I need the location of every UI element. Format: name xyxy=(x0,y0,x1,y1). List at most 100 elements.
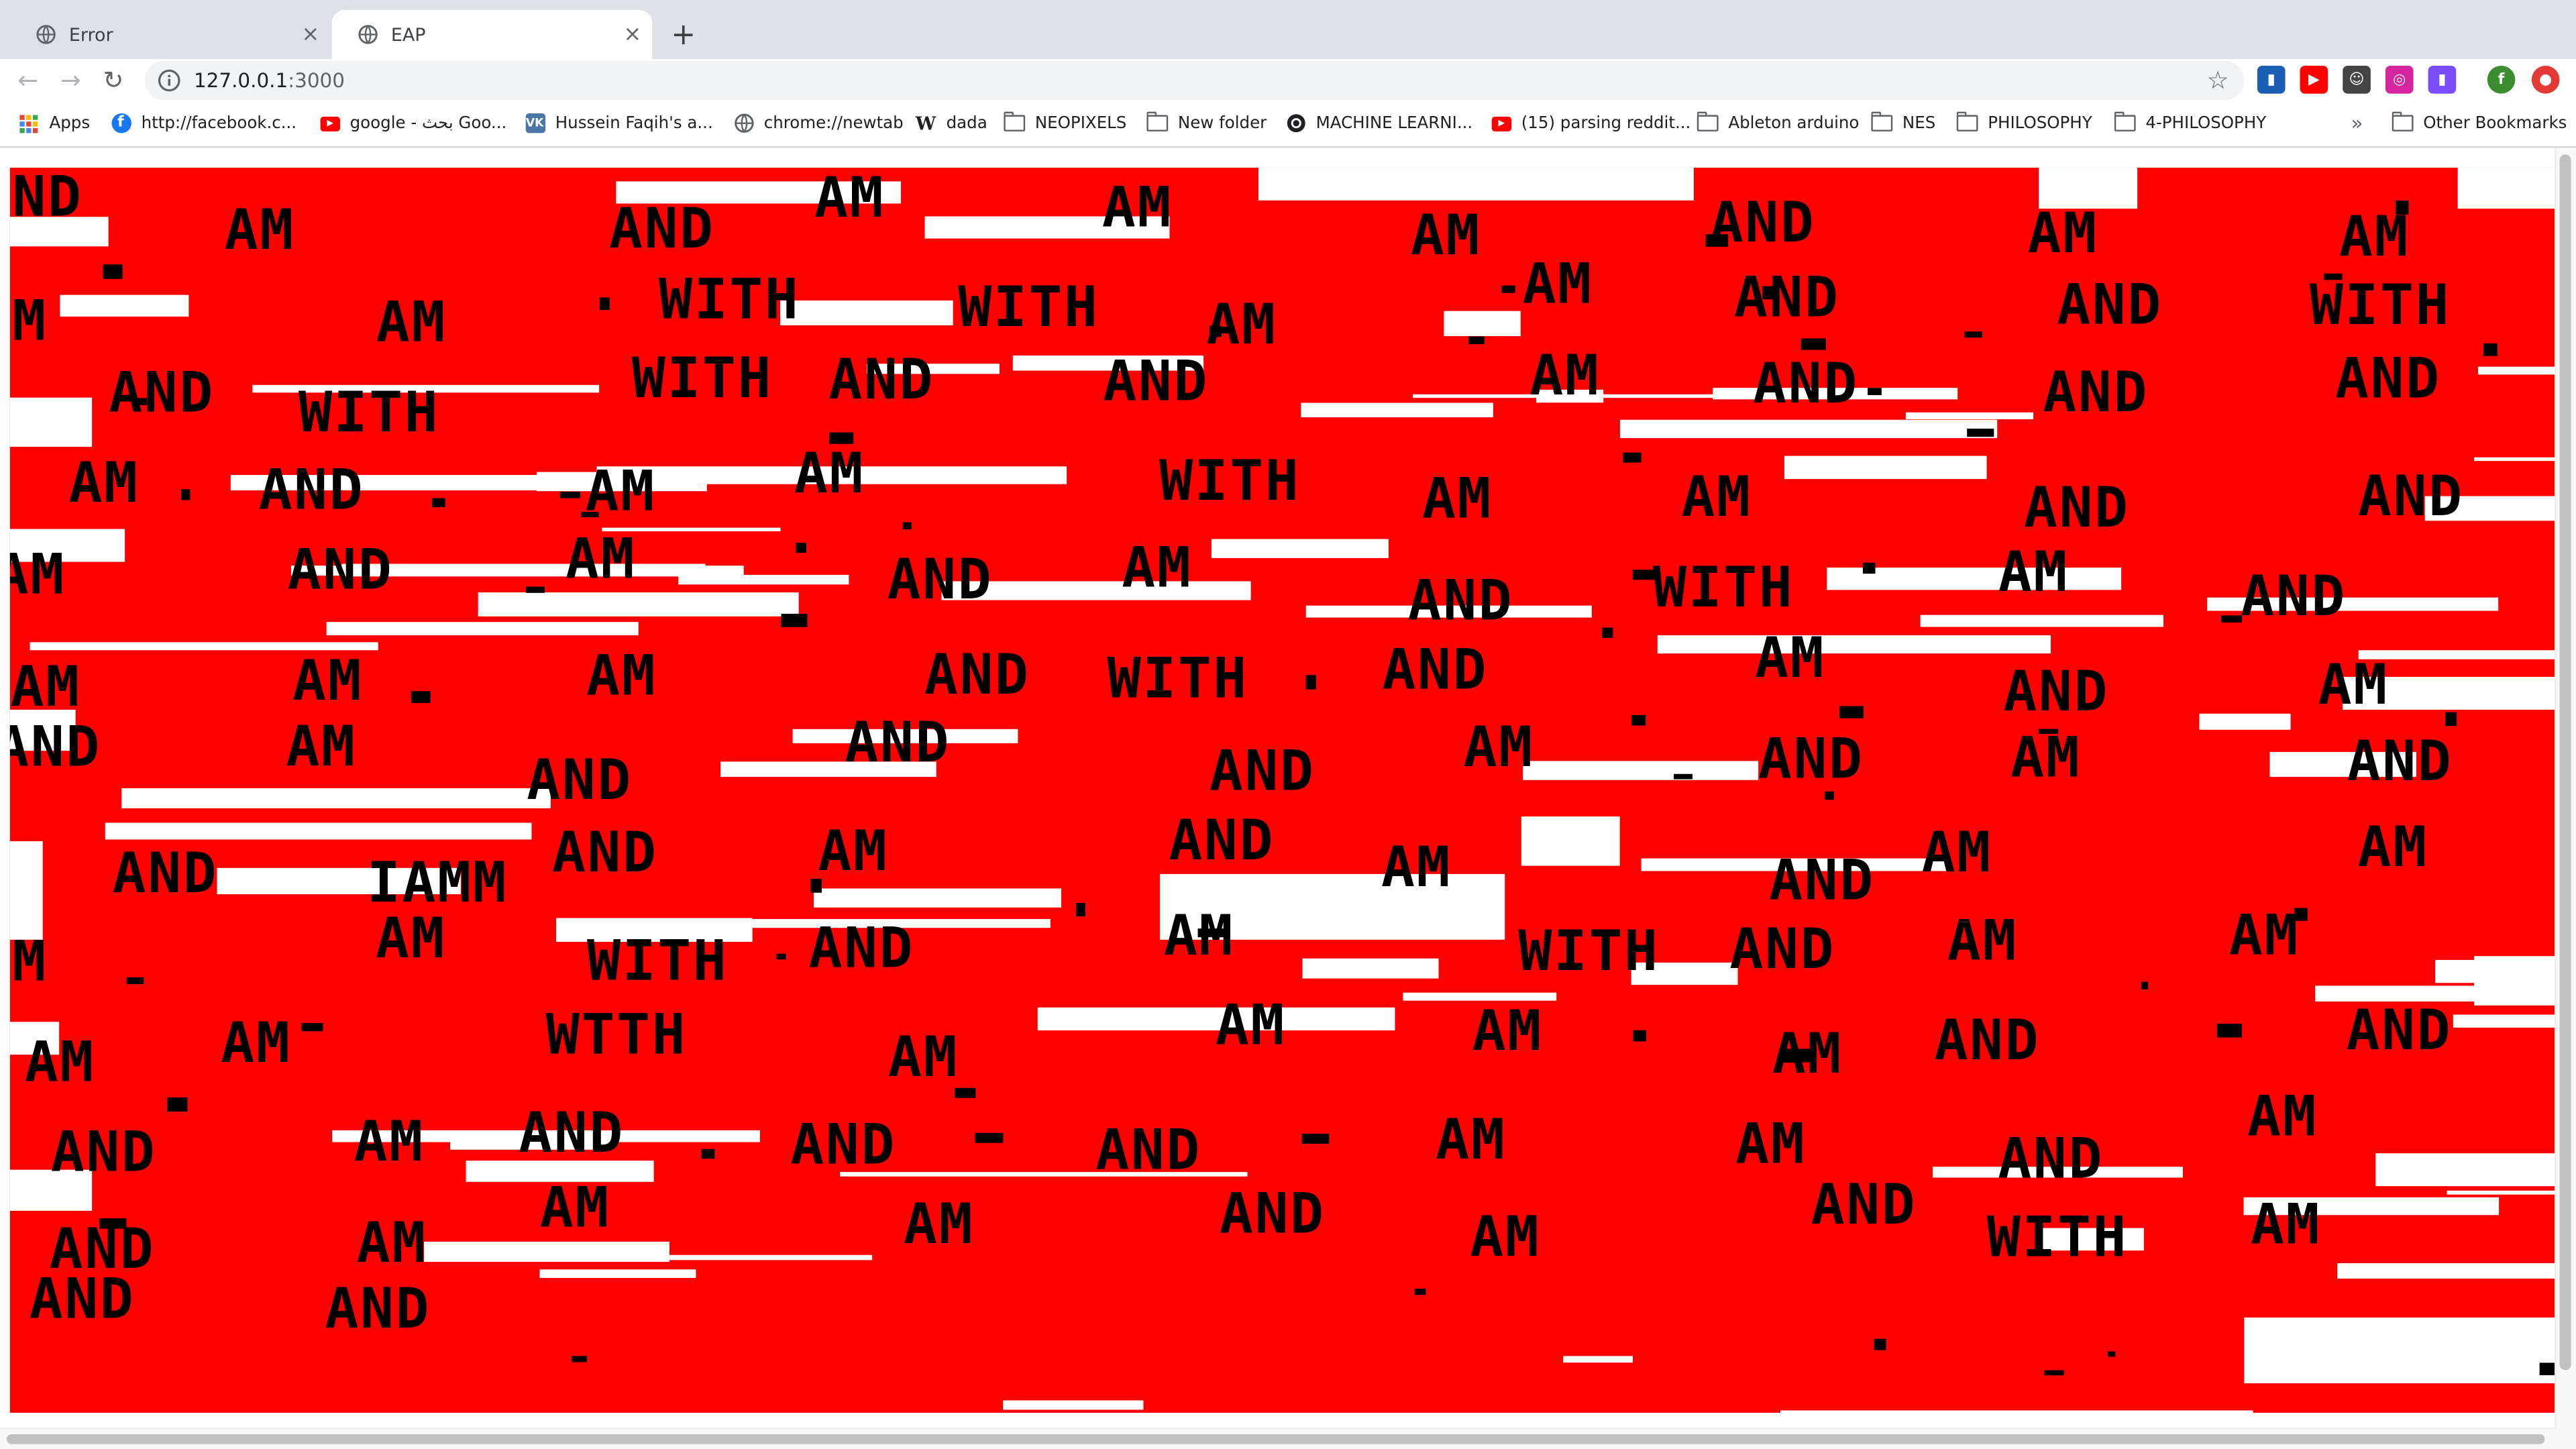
glitch-word: AM xyxy=(357,1210,427,1275)
bookmark-star-icon[interactable]: ☆ xyxy=(2205,67,2231,93)
face-extension-icon[interactable]: ☺ xyxy=(2343,65,2371,94)
glitch-art: ANDAMANDAMAMAMANDAMAMAMAMWITHWITHAMAMAND… xyxy=(9,167,2555,1413)
glitch-block xyxy=(1521,816,1620,866)
glitch-word: AM xyxy=(2247,1084,2318,1149)
glitch-word: AM xyxy=(376,289,447,354)
glitch-word: AM xyxy=(1206,292,1277,357)
bookmark-4-philosophy[interactable]: 4-PHILOSOPHY xyxy=(2114,110,2266,136)
glitch-word: AM xyxy=(1464,714,1534,780)
glitch-word: AND xyxy=(887,547,993,612)
vertical-scrollbar-thumb[interactable] xyxy=(2559,154,2571,1371)
bookmark-parsing-reddit[interactable]: (15) parsing reddit... xyxy=(1490,110,1690,136)
glitch-word: AM xyxy=(286,714,356,779)
bookmark-ableton-arduino[interactable]: Ableton arduino xyxy=(1697,110,1859,136)
glitch-speck xyxy=(2044,1370,2064,1376)
glitch-speck xyxy=(526,586,545,593)
glitch-word: AM xyxy=(1947,908,2018,973)
glitch-word: AND xyxy=(845,710,951,775)
glitch-word: AM xyxy=(1381,835,1452,900)
glitch-streak xyxy=(661,1254,873,1260)
bookmarks-overflow-button[interactable]: » xyxy=(2351,110,2363,136)
glitch-word: AND xyxy=(1998,1126,2104,1191)
horizontal-scrollbar-thumb[interactable] xyxy=(6,1434,2545,1444)
glitch-streak xyxy=(1657,635,2051,654)
close-tab-icon[interactable]: × xyxy=(297,21,323,48)
glitch-speck xyxy=(1967,428,1994,437)
bookmark-google-search[interactable]: google - بحث Goo... xyxy=(319,110,506,136)
apps-grid-icon xyxy=(18,113,40,134)
glitch-block xyxy=(2244,1318,2555,1384)
glitch-streak xyxy=(1003,1400,1144,1410)
glitch-speck xyxy=(432,498,445,508)
glitch-word: AM xyxy=(1681,464,1752,529)
glitch-speck xyxy=(1825,791,1834,800)
close-tab-icon[interactable]: × xyxy=(619,21,645,48)
vertical-scrollbar[interactable] xyxy=(2555,148,2576,1449)
glitch-word: AM xyxy=(68,450,139,515)
back-button[interactable]: ← xyxy=(10,62,46,99)
bookmark-new-folder[interactable]: New folder xyxy=(1146,110,1267,136)
glitch-speck xyxy=(1868,388,1882,395)
globe-icon xyxy=(733,113,754,134)
glitch-streak xyxy=(478,592,799,616)
chart-extension-icon[interactable]: ▮ xyxy=(2257,65,2286,94)
youtube-extension-icon[interactable]: ▶ xyxy=(2300,65,2328,94)
globe-icon xyxy=(36,25,56,44)
bookmark-hussein-faqih[interactable]: VK Hussein Faqih's a... xyxy=(524,110,713,136)
gradient-extension-icon[interactable]: ▮ xyxy=(2428,65,2457,94)
glitch-streak xyxy=(424,1241,669,1263)
glitch-streak xyxy=(1780,1410,2253,1413)
glitch-word: AM xyxy=(10,928,48,994)
glitch-canvas[interactable]: ANDAMANDAMAMAMANDAMAMAMAMWITHWITHAMAMAND… xyxy=(9,167,2555,1413)
tab-eap[interactable]: EAP × xyxy=(331,9,653,60)
profile-avatar-icon[interactable]: f xyxy=(2487,65,2516,94)
bookmark-facebook[interactable]: f http://facebook.c... xyxy=(110,110,297,136)
tab-strip: Error × EAP × + xyxy=(0,0,2576,60)
glitch-word: AND xyxy=(1169,808,1275,873)
glitch-speck xyxy=(1076,902,1085,917)
glitch-speck xyxy=(2221,615,2243,623)
glitch-speck xyxy=(2108,1351,2116,1357)
glitch-word: AM xyxy=(586,643,657,708)
info-icon[interactable] xyxy=(158,69,180,92)
bookmark-neopixels[interactable]: NEOPIXELS xyxy=(1004,110,1126,136)
bookmark-philosophy[interactable]: PHILOSOPHY xyxy=(1956,110,2092,136)
forward-button[interactable]: → xyxy=(52,62,89,99)
glitch-streak xyxy=(1523,761,1759,780)
glitch-word: AM xyxy=(221,1010,291,1075)
glitch-word: AND xyxy=(1220,1181,1326,1246)
bookmark-dada[interactable]: Wdada xyxy=(915,110,987,136)
bookmark-machine-learning[interactable]: MACHINE LEARNI... xyxy=(1285,110,1472,136)
bookmark-label: NES xyxy=(1902,114,1936,133)
bookmark-chrome-newtab[interactable]: chrome://newtab xyxy=(733,110,904,136)
bookmark-label: dada xyxy=(946,114,987,133)
glitch-word: WITH xyxy=(958,274,1099,339)
glitch-word: AM xyxy=(540,1175,610,1240)
vk-icon: VK xyxy=(524,113,545,134)
instagram-extension-icon[interactable]: ◎ xyxy=(2385,65,2414,94)
glitch-block xyxy=(2375,1153,2555,1187)
bookmark-apps[interactable]: Apps xyxy=(18,110,90,136)
reload-button[interactable]: ↻ xyxy=(95,62,131,99)
other-bookmarks[interactable]: Other Bookmarks xyxy=(2392,110,2567,136)
horizontal-scrollbar[interactable] xyxy=(0,1428,2557,1449)
new-tab-button[interactable]: + xyxy=(665,16,702,52)
folder-icon xyxy=(1871,111,1893,134)
glitch-word: AM xyxy=(904,1191,974,1256)
glitch-word: AM xyxy=(1436,1107,1506,1172)
bookmark-nes[interactable]: NES xyxy=(1871,110,1935,136)
glitch-word: AND xyxy=(10,168,83,229)
glitch-word: AND xyxy=(1769,847,1875,912)
address-bar[interactable]: 127.0.0.1:3000 ☆ xyxy=(144,60,2245,101)
tab-error[interactable]: Error × xyxy=(10,10,331,59)
glitch-word: AND xyxy=(1758,726,1864,791)
glitch-speck xyxy=(1964,331,1982,338)
glitch-speck xyxy=(781,613,808,627)
glitch-word: AM xyxy=(1755,625,1825,690)
glitch-word: AND xyxy=(1103,349,1209,414)
red-extension-icon[interactable]: ● xyxy=(2531,65,2560,94)
glitch-word: AND xyxy=(2241,564,2347,629)
glitch-streak xyxy=(105,822,532,840)
glitch-speck xyxy=(599,297,610,311)
glitch-word: AND xyxy=(790,1112,896,1177)
